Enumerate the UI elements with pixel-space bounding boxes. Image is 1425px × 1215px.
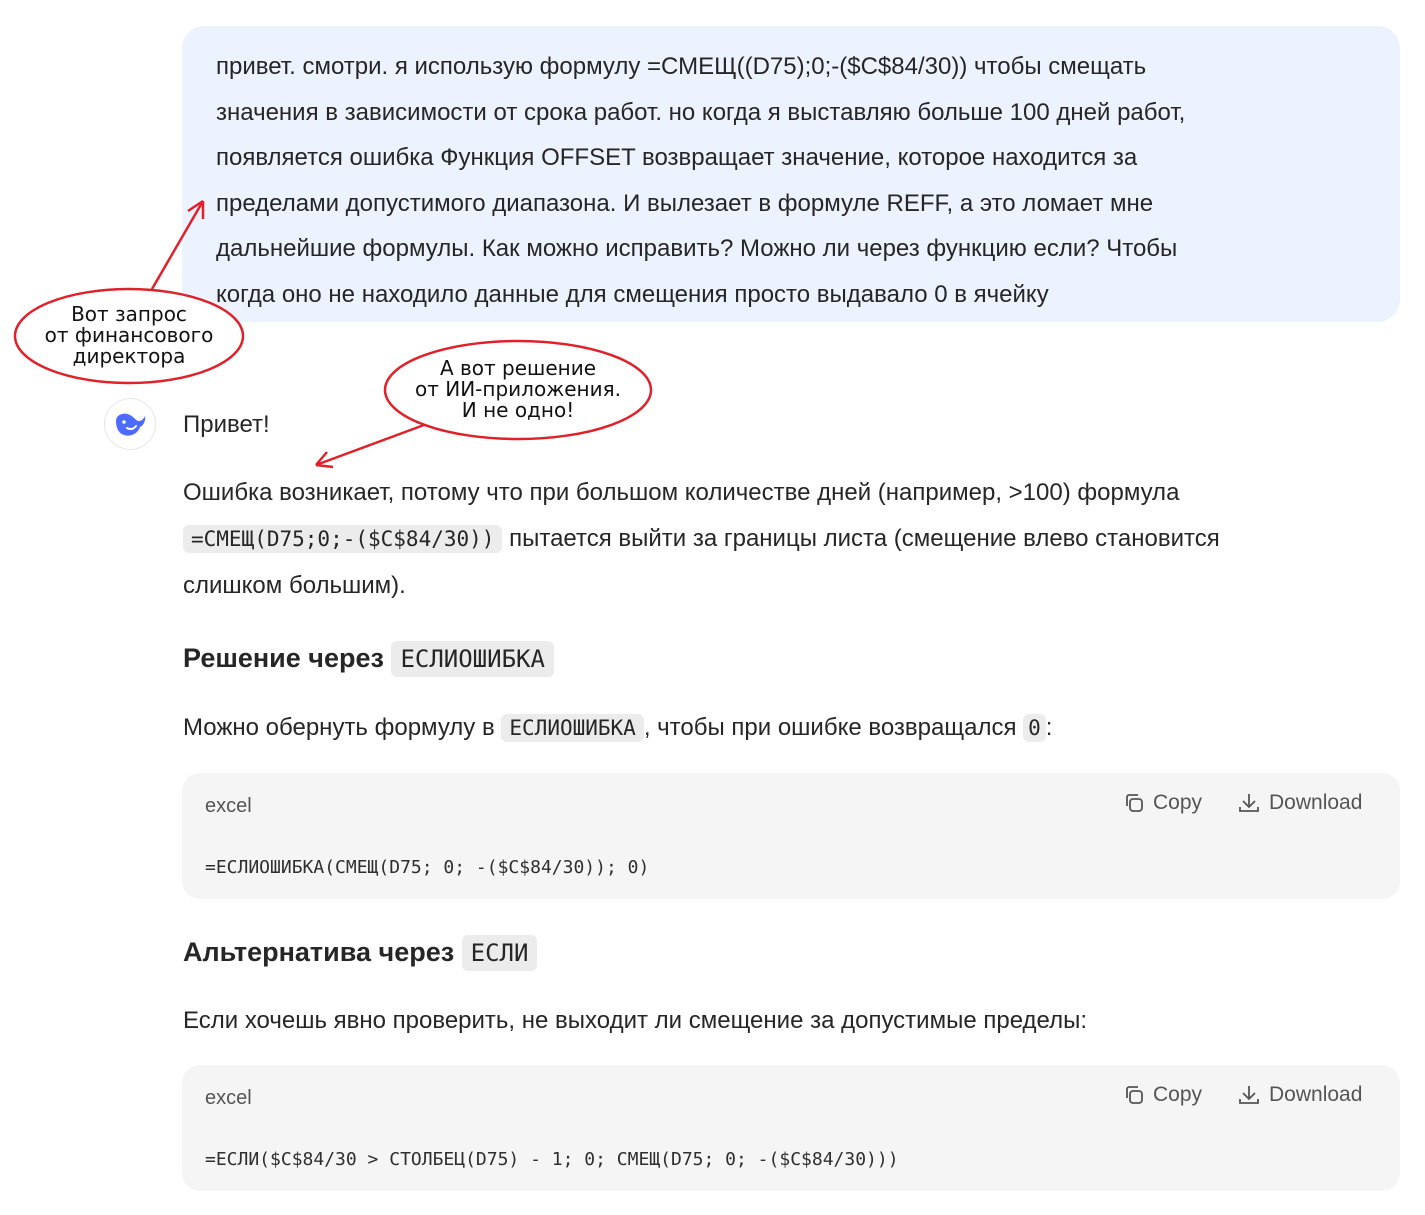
intro-line-2: =СМЕЩ(D75;0;-($C$84/30)) пытается выйти … bbox=[183, 516, 1220, 562]
intro-text: пытается выйти за границы листа (смещени… bbox=[509, 525, 1220, 552]
arrow-to-ai-answer bbox=[315, 423, 425, 469]
inline-code: ЕСЛИ bbox=[461, 935, 538, 971]
copy-button[interactable]: Copy bbox=[1123, 791, 1202, 815]
copy-icon bbox=[1126, 1086, 1143, 1104]
assistant-greeting: Привет! bbox=[183, 411, 270, 438]
user-message-line: появляется ошибка Функция OFFSET возвращ… bbox=[216, 144, 1138, 171]
text: , чтобы при ошибке возвращался bbox=[643, 714, 1017, 741]
section2-text: Если хочешь явно проверить, не выходит л… bbox=[183, 1007, 1087, 1034]
user-message-bubble: привет. смотри. я использую формулу =СМЕ… bbox=[182, 26, 1400, 322]
callout-text-left: Вот запрос от финансового директора bbox=[24, 304, 234, 367]
section-heading-iferror: Решение через ЕСЛИОШИБКА bbox=[183, 638, 554, 679]
user-message-line: когда оно не находило данные для смещени… bbox=[216, 280, 1049, 308]
callout-text-right: А вот решение от ИИ-приложения. И не одн… bbox=[398, 358, 638, 421]
user-message-line: привет. смотри. я использую формулу =СМЕ… bbox=[216, 53, 1147, 80]
whale-icon bbox=[116, 413, 146, 436]
callout-line: директора bbox=[72, 344, 186, 368]
code-block-iferror: excel Copy Download =ЕСЛИОШИБКА(СМЕЩ(D75… bbox=[182, 773, 1400, 899]
section1-text: Можно обернуть формулу в ЕСЛИОШИБКА, что… bbox=[183, 705, 1052, 751]
code-language-label: excel bbox=[205, 795, 252, 817]
intro-line-1: Ошибка возникает, потому что при большом… bbox=[183, 479, 1180, 506]
copy-button[interactable]: Copy bbox=[1123, 1083, 1202, 1107]
callout-line: Вот запрос bbox=[71, 302, 187, 326]
callout-line: от ИИ-приложения. bbox=[415, 377, 621, 401]
intro-line-3: слишком большим). bbox=[183, 572, 406, 599]
user-message-line: дальнейшие формулы. Как можно исправить?… bbox=[216, 235, 1178, 262]
assistant-avatar bbox=[104, 398, 156, 450]
callout-line: А вот решение bbox=[439, 356, 597, 380]
inline-code: ЕСЛИОШИБКА bbox=[501, 714, 644, 742]
callout-line: И не одно! bbox=[461, 398, 575, 422]
code-block-header: excel Copy Download bbox=[182, 773, 1400, 839]
text: Можно обернуть формулу в bbox=[183, 714, 495, 741]
copy-label: Copy bbox=[1153, 1083, 1203, 1106]
download-icon bbox=[1239, 1086, 1259, 1104]
code-content: =ЕСЛИОШИБКА(СМЕЩ(D75; 0; -($C$84/30)); 0… bbox=[205, 857, 650, 878]
heading-text: Решение через bbox=[183, 643, 384, 673]
download-label: Download bbox=[1269, 791, 1363, 814]
inline-code: =СМЕЩ(D75;0;-($C$84/30)) bbox=[183, 525, 503, 553]
download-icon bbox=[1239, 794, 1259, 812]
copy-icon bbox=[1126, 794, 1143, 812]
user-message-line: значения в зависимости от срока работ. н… bbox=[216, 98, 1186, 126]
download-button[interactable]: Download bbox=[1237, 791, 1362, 815]
download-label: Download bbox=[1269, 1083, 1363, 1106]
heading-text: Альтернатива через bbox=[183, 937, 455, 967]
download-button[interactable]: Download bbox=[1237, 1083, 1362, 1107]
section-heading-if: Альтернатива через ЕСЛИ bbox=[183, 932, 538, 973]
copy-label: Copy bbox=[1153, 791, 1203, 814]
callout-line: от финансового bbox=[44, 323, 214, 347]
code-block-if: excel Copy Download =ЕСЛИ($C$84/30 > СТО… bbox=[182, 1065, 1400, 1191]
user-message-line: пределами допустимого диапазона. И вылез… bbox=[216, 189, 1154, 217]
code-language-label: excel bbox=[205, 1087, 252, 1109]
code-block-header: excel Copy Download bbox=[182, 1065, 1400, 1131]
text: : bbox=[1045, 714, 1053, 741]
code-content: =ЕСЛИ($C$84/30 > СТОЛБЕЦ(D75) - 1; 0; СМ… bbox=[205, 1149, 899, 1170]
inline-code: 0 bbox=[1023, 714, 1046, 742]
inline-code: ЕСЛИОШИБКА bbox=[391, 641, 554, 677]
